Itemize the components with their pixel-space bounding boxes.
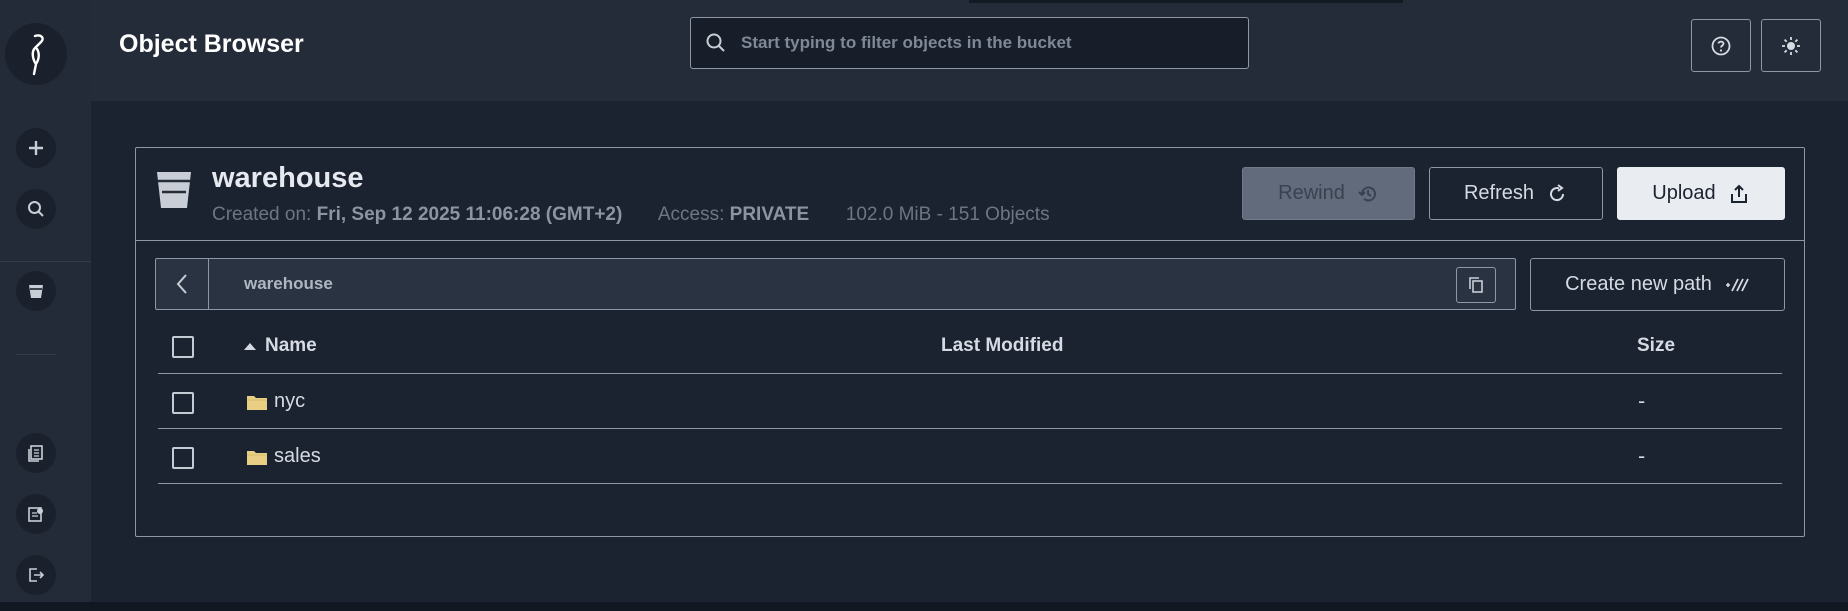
search-bucket-button[interactable]: [16, 189, 56, 229]
bucket-name: warehouse: [212, 162, 364, 194]
upload-button[interactable]: Upload: [1617, 167, 1785, 220]
object-name-label: nyc: [274, 390, 306, 412]
column-header-name[interactable]: Name: [243, 335, 317, 357]
object-size: -: [1638, 444, 1646, 468]
sun-icon: [1782, 36, 1800, 55]
search-icon: [706, 33, 725, 52]
minio-logo-icon: [31, 34, 44, 76]
created-value: Fri, Sep 12 2025 11:06:28 (GMT+2): [316, 204, 623, 225]
rewind-button[interactable]: Rewind: [1242, 167, 1415, 220]
breadcrumb-path[interactable]: warehouse: [244, 274, 333, 294]
object-name[interactable]: sales: [246, 445, 321, 468]
search-input[interactable]: Start typing to filter objects in the bu…: [690, 17, 1249, 69]
sidebar-item-buckets[interactable]: [16, 271, 56, 311]
refresh-button[interactable]: Refresh: [1429, 167, 1603, 220]
created-label: Created on:: [212, 204, 312, 225]
row-checkbox[interactable]: [172, 392, 194, 414]
new-path-icon: [1725, 278, 1749, 291]
create-new-path-button[interactable]: Create new path: [1530, 258, 1785, 311]
theme-toggle-button[interactable]: [1761, 19, 1821, 72]
refresh-label: Refresh: [1463, 182, 1535, 204]
sidebar-item-license[interactable]: [16, 494, 56, 534]
logout-icon: [29, 568, 45, 582]
header: Object Browser Start typing to filter ob…: [91, 0, 1848, 101]
create-bucket-button[interactable]: [16, 128, 56, 168]
copy-path-button[interactable]: [1456, 267, 1496, 303]
bucket-icon: [29, 285, 43, 298]
background-window-strip: [0, 602, 1848, 611]
upload-icon: [1730, 184, 1747, 203]
table-row[interactable]: sales -: [158, 429, 1782, 484]
object-name[interactable]: nyc: [246, 390, 305, 413]
back-button[interactable]: [156, 259, 209, 309]
sidebar-divider: [0, 261, 91, 262]
search-icon: [28, 201, 44, 217]
upload-label: Upload: [1652, 182, 1716, 204]
column-header-size[interactable]: Size: [1637, 335, 1675, 357]
object-size: -: [1638, 389, 1646, 413]
help-circle-icon: [1711, 36, 1731, 55]
table-header-row: Name Last Modified Size: [158, 318, 1782, 374]
plus-icon: [29, 141, 43, 155]
create-path-label: Create new path: [1565, 273, 1712, 295]
table-row[interactable]: nyc -: [158, 374, 1782, 429]
folder-icon: [247, 395, 267, 410]
bucket-panel: warehouse Created on: Fri, Sep 12 2025 1…: [135, 147, 1805, 537]
page-title: Object Browser: [119, 30, 304, 58]
help-button[interactable]: [1691, 19, 1751, 72]
bucket-meta: Created on: Fri, Sep 12 2025 11:06:28 (G…: [212, 204, 1050, 226]
search-placeholder: Start typing to filter objects in the bu…: [741, 33, 1072, 52]
bucket-usage: 102.0 MiB - 151 Objects: [845, 204, 1050, 225]
objects-table: Name Last Modified Size nyc - sales -: [158, 318, 1782, 484]
rewind-label: Rewind: [1278, 182, 1345, 204]
column-header-last-modified[interactable]: Last Modified: [941, 335, 1063, 357]
bucket-header: warehouse Created on: Fri, Sep 12 2025 1…: [136, 148, 1804, 241]
row-checkbox[interactable]: [172, 447, 194, 469]
column-name-label: Name: [265, 335, 317, 356]
access-label: Access:: [657, 204, 725, 225]
license-icon: [28, 507, 43, 522]
breadcrumb: warehouse: [155, 258, 1516, 310]
copy-icon: [1469, 277, 1483, 293]
sort-asc-icon: [244, 343, 256, 350]
overlay-strip: [969, 0, 1403, 3]
docs-icon: [28, 445, 43, 462]
sidebar: [0, 0, 91, 611]
minio-logo[interactable]: [5, 23, 67, 85]
chevron-left-icon: [176, 274, 187, 294]
history-icon: [1358, 186, 1376, 201]
folder-icon: [247, 450, 267, 465]
sidebar-item-documentation[interactable]: [16, 433, 56, 473]
select-all-checkbox[interactable]: [172, 336, 194, 358]
sidebar-divider: [16, 354, 56, 355]
refresh-icon: [1550, 183, 1565, 201]
object-name-label: sales: [274, 445, 321, 467]
access-value: PRIVATE: [729, 204, 810, 225]
logout-button[interactable]: [16, 555, 56, 595]
bucket-icon: [154, 169, 194, 215]
